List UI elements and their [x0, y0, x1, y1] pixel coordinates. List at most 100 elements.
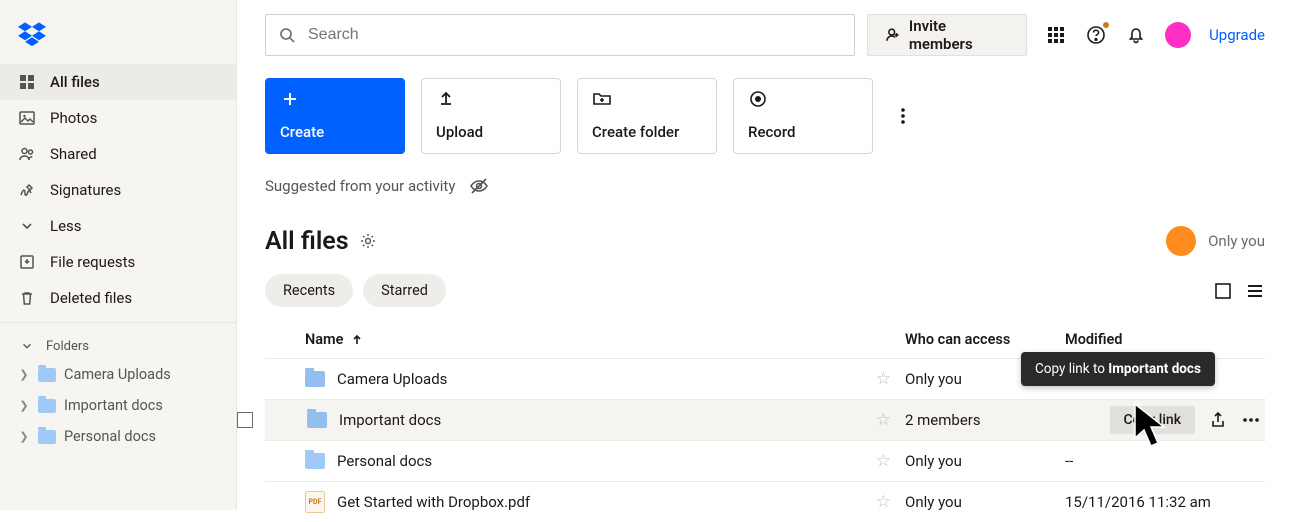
- create-folder-button[interactable]: Create folder: [577, 78, 717, 154]
- row-access: 2 members: [905, 411, 1065, 429]
- bell-icon[interactable]: [1125, 24, 1147, 46]
- row-modified: --: [1065, 452, 1265, 470]
- sidebar-item-all-files[interactable]: All files: [0, 64, 236, 100]
- sidebar-item-label: Shared: [50, 145, 97, 163]
- star-icon[interactable]: ☆: [876, 369, 891, 389]
- folder-icon: [305, 453, 325, 469]
- folders-heading: Folders: [46, 339, 89, 354]
- folder-icon: [307, 412, 327, 428]
- sidebar-item-shared[interactable]: Shared: [0, 136, 236, 172]
- star-icon[interactable]: ☆: [876, 410, 891, 430]
- sidebar-item-file-requests[interactable]: File requests: [0, 244, 236, 280]
- tree-item-important-docs[interactable]: ❯ Important docs: [0, 390, 236, 421]
- invite-members-button[interactable]: Invite members: [867, 14, 1028, 56]
- upload-button[interactable]: Upload: [421, 78, 561, 154]
- pill-starred[interactable]: Starred: [363, 274, 446, 307]
- star-icon[interactable]: ☆: [876, 492, 891, 512]
- more-icon[interactable]: [1241, 410, 1261, 430]
- action-cards: Create Upload Create folder Record: [265, 78, 1265, 154]
- row-name: Camera Uploads: [337, 370, 447, 388]
- sidebar-item-signatures[interactable]: Signatures: [0, 172, 236, 208]
- sidebar: All files Photos Shared Signatures Less …: [0, 0, 237, 510]
- invite-label: Invite members: [909, 17, 1010, 53]
- row-checkbox[interactable]: [237, 412, 253, 428]
- chevron-right-icon: ❯: [18, 368, 30, 381]
- grid-icon: [18, 73, 36, 91]
- suggested-row: Suggested from your activity: [265, 176, 1265, 196]
- cursor-icon: [1132, 402, 1172, 452]
- filter-row: Recents Starred: [265, 274, 1265, 307]
- row-access: Only you: [905, 493, 1065, 511]
- sidebar-folders-toggle[interactable]: Folders: [0, 327, 236, 359]
- pill-recents[interactable]: Recents: [265, 274, 353, 307]
- sidebar-item-photos[interactable]: Photos: [0, 100, 236, 136]
- avatar[interactable]: [1165, 22, 1191, 48]
- card-label: Create folder: [592, 123, 702, 141]
- view-large-icon[interactable]: [1213, 281, 1233, 301]
- sidebar-item-label: Photos: [50, 109, 97, 127]
- hide-icon[interactable]: [469, 176, 489, 196]
- upload-icon: [436, 89, 456, 109]
- column-modified[interactable]: Modified: [1065, 331, 1122, 348]
- sidebar-item-label: Less: [50, 217, 82, 235]
- plus-icon: [280, 89, 300, 109]
- gear-icon[interactable]: [359, 232, 377, 250]
- help-icon[interactable]: [1085, 24, 1107, 46]
- top-icons: Upgrade: [1045, 22, 1265, 48]
- page-title: All files: [265, 227, 349, 256]
- table-row[interactable]: Personal docs ☆ Only you --: [265, 440, 1265, 481]
- notification-dot: [1103, 22, 1109, 28]
- upgrade-link[interactable]: Upgrade: [1209, 26, 1265, 44]
- sidebar-item-label: Signatures: [50, 181, 121, 199]
- tooltip-prefix: Copy link to: [1035, 361, 1108, 377]
- visibility-label: Only you: [1208, 232, 1265, 250]
- share-icon[interactable]: [1209, 411, 1227, 429]
- table-row[interactable]: PDF Get Started with Dropbox.pdf ☆ Only …: [265, 481, 1265, 522]
- chevron-right-icon: ❯: [18, 430, 30, 443]
- card-label: Upload: [436, 123, 546, 141]
- card-label: Record: [748, 123, 858, 141]
- folder-icon: [38, 430, 56, 444]
- person-add-icon: [884, 26, 901, 44]
- folder-icon: [38, 368, 56, 382]
- sidebar-item-deleted[interactable]: Deleted files: [0, 280, 236, 316]
- column-name[interactable]: Name: [305, 331, 343, 348]
- more-actions-button[interactable]: [893, 106, 913, 126]
- row-name: Important docs: [339, 411, 441, 429]
- view-list-icon[interactable]: [1245, 281, 1265, 301]
- card-label: Create: [280, 123, 390, 141]
- create-button[interactable]: Create: [265, 78, 405, 154]
- folder-plus-icon: [592, 89, 612, 109]
- title-row: All files Only you: [265, 226, 1265, 256]
- star-icon[interactable]: ☆: [876, 451, 891, 471]
- record-icon: [748, 89, 768, 109]
- chevron-right-icon: ❯: [18, 399, 30, 412]
- table-row[interactable]: Important docs ☆ 2 members Copy link: [265, 399, 1265, 440]
- trash-icon: [18, 289, 36, 307]
- sidebar-item-label: Deleted files: [50, 289, 132, 307]
- search-field[interactable]: [306, 25, 842, 45]
- tree-item-label: Camera Uploads: [64, 366, 171, 383]
- row-name: Personal docs: [337, 452, 432, 470]
- main: Invite members Upgrade Create Upload Cre…: [237, 0, 1289, 510]
- signature-icon: [18, 181, 36, 199]
- column-access[interactable]: Who can access: [905, 331, 1010, 348]
- top-row: Invite members Upgrade: [265, 14, 1265, 56]
- sidebar-item-label: All files: [50, 73, 100, 91]
- tree-item-personal-docs[interactable]: ❯ Personal docs: [0, 421, 236, 452]
- sort-asc-icon[interactable]: [351, 334, 363, 346]
- sidebar-item-less[interactable]: Less: [0, 208, 236, 244]
- dropbox-logo[interactable]: [0, 0, 236, 64]
- apps-grid-icon[interactable]: [1045, 24, 1067, 46]
- row-access: Only you: [905, 452, 1065, 470]
- record-button[interactable]: Record: [733, 78, 873, 154]
- member-avatar[interactable]: [1166, 226, 1196, 256]
- search-input[interactable]: [265, 14, 855, 56]
- row-name: Get Started with Dropbox.pdf: [337, 493, 530, 511]
- image-icon: [18, 109, 36, 127]
- divider: [0, 322, 236, 323]
- tree-item-camera-uploads[interactable]: ❯ Camera Uploads: [0, 359, 236, 390]
- people-icon: [18, 145, 36, 163]
- chevron-down-icon: [18, 217, 36, 235]
- inbox-icon: [18, 253, 36, 271]
